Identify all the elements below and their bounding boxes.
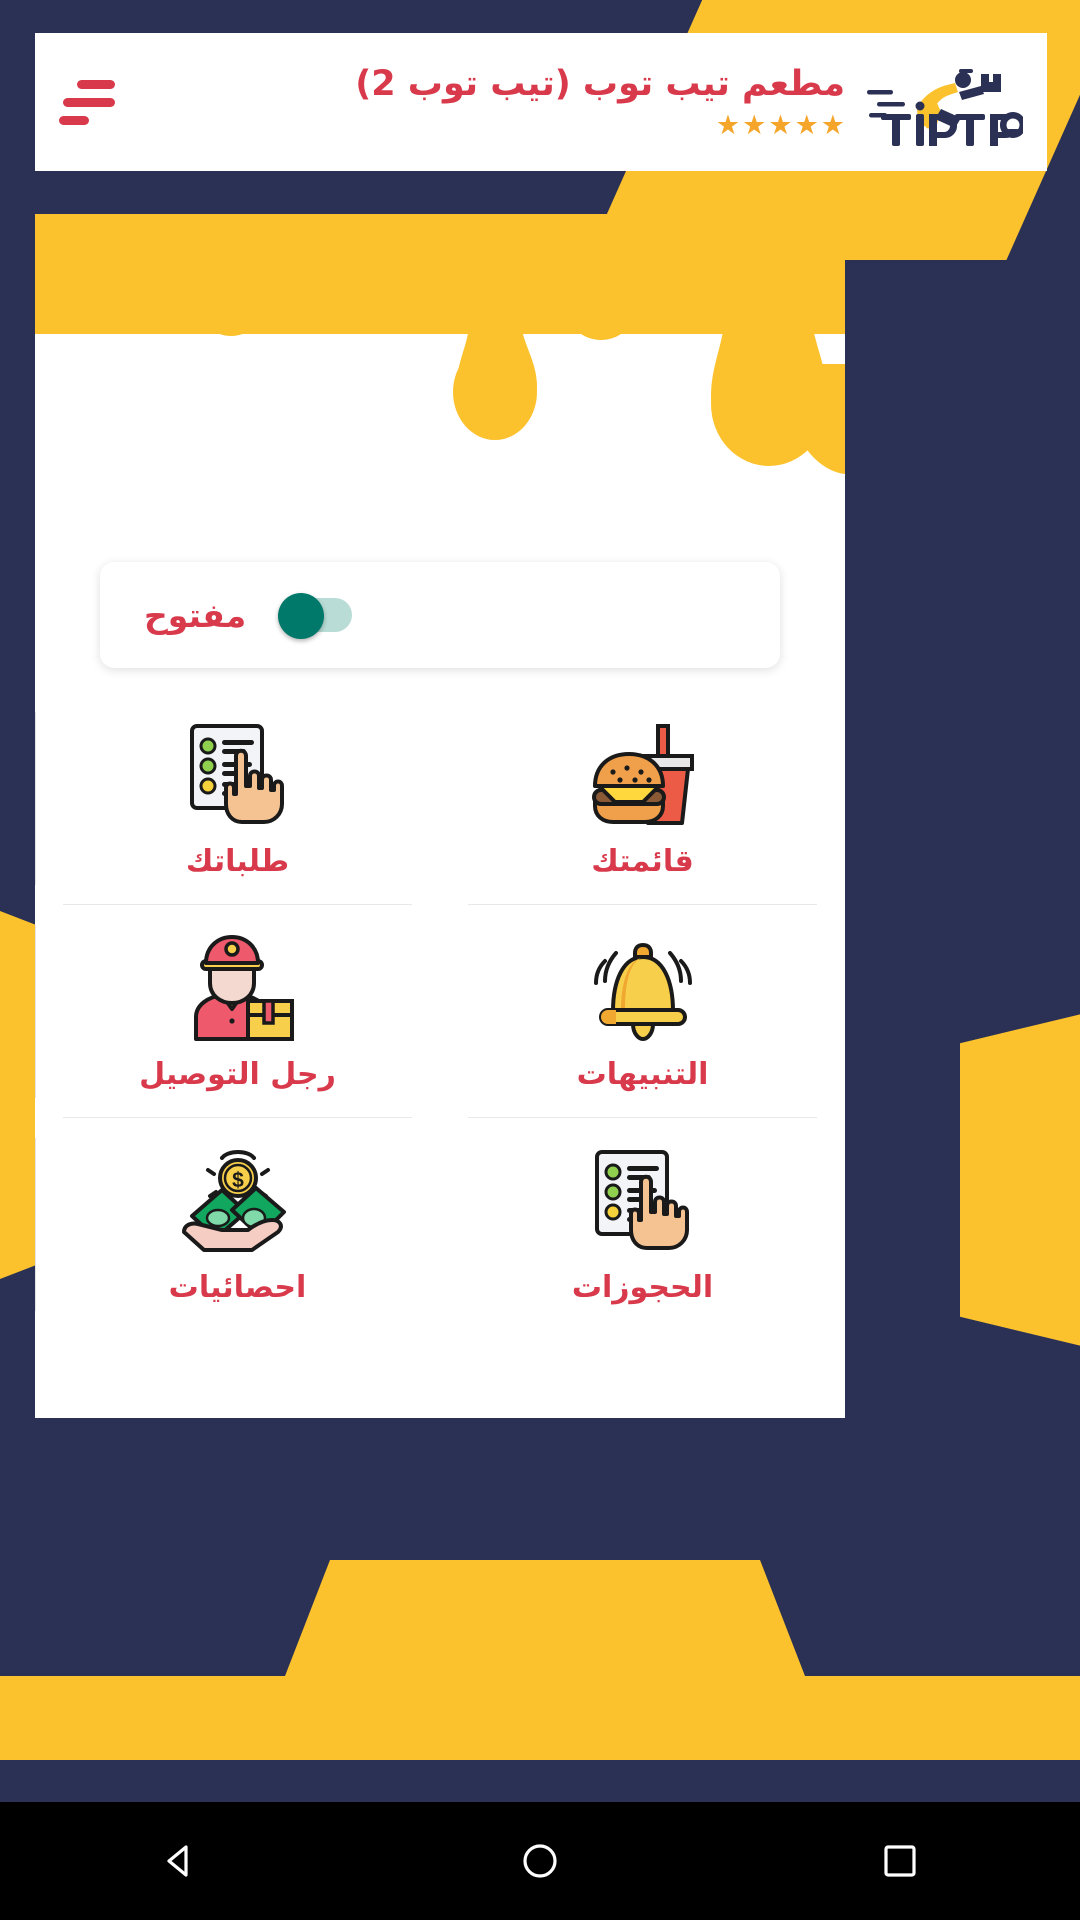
delivery-runner-icon <box>867 69 1026 146</box>
tiptop-logo <box>863 52 1026 152</box>
grid-item-orders[interactable]: طلباتك <box>35 692 440 905</box>
cell-divider-vertical <box>35 925 36 1098</box>
home-circle-icon[interactable] <box>495 1816 585 1906</box>
star-icon: ★ <box>715 110 741 142</box>
cell-divider-vertical <box>35 712 36 885</box>
delivery-man-icon <box>178 931 298 1043</box>
honey-drip-graphic <box>35 214 845 474</box>
star-icon: ★ <box>820 110 845 142</box>
bg-shape-right <box>960 1000 1080 1360</box>
bg-shape-bottom <box>0 1560 1080 1760</box>
checklist-hand-icon <box>583 1144 703 1256</box>
menu-bar-2 <box>63 97 115 107</box>
grid-item-label: رجل التوصيل <box>139 1057 336 1092</box>
grid-item-label: طلباتك <box>185 844 290 879</box>
store-open-toggle[interactable] <box>276 593 353 639</box>
rating-stars: ★ ★ ★ ★ ★ <box>716 112 845 139</box>
store-status-card[interactable]: مفتوح <box>100 562 780 668</box>
grid-item-label: احصائيات <box>168 1270 307 1305</box>
back-triangle-icon[interactable] <box>135 1816 225 1906</box>
recents-square-icon[interactable] <box>855 1816 945 1906</box>
restaurant-name: مطعم تيب توب (تيب توب 2) <box>355 63 845 104</box>
burger-and-drink-icon <box>583 718 703 830</box>
restaurant-info: مطعم تيب توب (تيب توب 2) ★ ★ ★ ★ ★ <box>115 65 863 140</box>
grid-item-label: الحجوزات <box>571 1270 714 1305</box>
grid-item-alerts[interactable]: التنبيهات <box>440 905 845 1118</box>
menu-bar-1 <box>77 79 115 89</box>
grid-item-delivery[interactable]: رجل التوصيل <box>35 905 440 1118</box>
star-icon: ★ <box>768 110 793 142</box>
money-in-hand-icon: $ <box>178 1144 298 1256</box>
grid-item-menu[interactable]: قائمتك <box>440 692 845 905</box>
dashboard-grid: قائمتك طلباتك التنبيهات رجل التوصيل الحج… <box>35 692 845 1331</box>
star-icon: ★ <box>794 110 819 142</box>
menu-bar-3 <box>59 115 89 125</box>
grid-item-bookings[interactable]: الحجوزات <box>440 1118 845 1331</box>
grid-item-label: التنبيهات <box>576 1057 709 1092</box>
grid-item-statistics[interactable]: $ احصائيات <box>35 1118 440 1331</box>
ringing-bell-icon <box>583 931 703 1043</box>
app-header: مطعم تيب توب (تيب توب 2) ★ ★ ★ ★ ★ <box>35 33 1047 171</box>
android-navigation-bar <box>0 1802 1080 1920</box>
grid-item-label: قائمتك <box>591 844 694 879</box>
svg-text:$: $ <box>232 1169 244 1192</box>
store-status-label: مفتوح <box>144 595 247 635</box>
checklist-hand-icon <box>178 718 298 830</box>
hamburger-menu-icon[interactable] <box>59 79 115 125</box>
star-icon: ★ <box>742 110 767 142</box>
honey-drip-banner <box>35 214 845 519</box>
cell-divider-vertical <box>35 1138 36 1311</box>
dashboard-card: مفتوح قائمتك طلباتك التنبيهات رجل التوصي… <box>35 214 845 1418</box>
toggle-knob <box>278 593 325 639</box>
